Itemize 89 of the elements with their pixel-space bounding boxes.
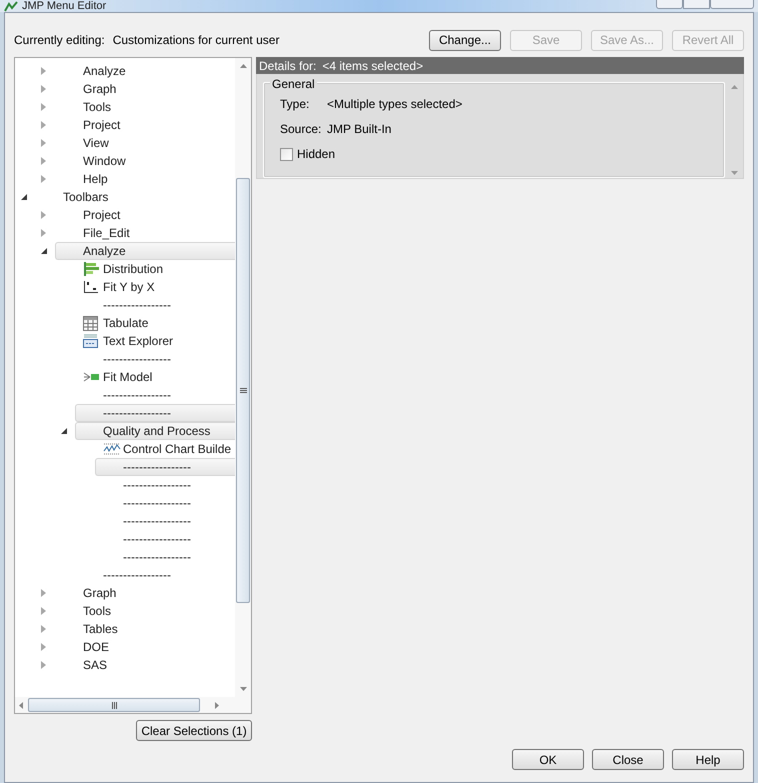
separator-item[interactable]: ----------------- <box>75 386 235 404</box>
scroll-down-icon[interactable] <box>730 171 738 175</box>
collapse-icon[interactable] <box>20 193 28 201</box>
expand-icon[interactable] <box>40 210 47 220</box>
tree-item[interactable]: Quality and Process <box>75 422 235 440</box>
grip-icon <box>112 702 116 708</box>
collapse-icon[interactable] <box>60 427 68 435</box>
separator-item[interactable]: ----------------- <box>95 476 235 494</box>
expand-icon[interactable] <box>40 624 47 634</box>
field-label: Source: <box>280 121 322 138</box>
expand-icon[interactable] <box>40 120 47 130</box>
separator-item[interactable]: ----------------- <box>75 296 235 314</box>
scroll-up-icon[interactable] <box>730 85 738 89</box>
field-label: Type: <box>280 96 310 113</box>
separator-item[interactable]: ----------------- <box>95 548 235 566</box>
separator-item[interactable]: ----------------- <box>75 566 235 584</box>
hidden-checkbox[interactable] <box>280 148 293 160</box>
separator-item[interactable]: ----------------- <box>95 458 235 476</box>
clear-selections-button[interactable]: Clear Selections (1) <box>136 720 252 741</box>
tree-item[interactable]: View <box>55 134 235 152</box>
grip-icon <box>240 388 246 393</box>
table-icon <box>83 316 98 330</box>
details-value: <4 items selected> <box>322 58 424 74</box>
tree-item[interactable]: DOE <box>55 638 235 656</box>
tree-item[interactable]: Graph <box>55 584 235 602</box>
tree-item[interactable]: Graph <box>55 80 235 98</box>
dialog-button[interactable]: OK <box>512 749 584 770</box>
expand-icon[interactable] <box>40 606 47 616</box>
dialog-button[interactable]: Close <box>592 749 664 770</box>
separator-item[interactable]: ----------------- <box>95 494 235 512</box>
document-icon <box>83 334 98 348</box>
expand-icon[interactable] <box>40 102 47 112</box>
expand-icon[interactable] <box>40 138 47 148</box>
tree-item[interactable]: Text Explorer <box>75 332 235 350</box>
tree-item[interactable]: Project <box>55 206 235 224</box>
tree-item[interactable]: File_Edit <box>55 224 235 242</box>
expand-icon[interactable] <box>40 84 47 94</box>
tree-item[interactable]: Tables <box>55 620 235 638</box>
field-value: <Multiple types selected> <box>327 96 462 113</box>
separator-item[interactable]: ----------------- <box>75 404 235 422</box>
expand-icon[interactable] <box>40 660 47 670</box>
tree-item[interactable]: Toolbars <box>35 188 235 206</box>
tree-item[interactable]: Distribution <box>75 260 235 278</box>
header-button[interactable]: Change... <box>429 30 501 50</box>
app-icon <box>4 0 18 12</box>
axes-icon <box>83 280 99 294</box>
minimize-button[interactable] <box>656 0 683 9</box>
collapse-icon[interactable] <box>40 247 48 255</box>
separator-item[interactable]: ----------------- <box>95 530 235 548</box>
scroll-right-icon[interactable] <box>215 702 219 708</box>
field-value: JMP Built-In <box>327 121 392 138</box>
maximize-button[interactable] <box>683 0 710 9</box>
tree-item[interactable]: Analyze <box>55 242 235 260</box>
expand-icon[interactable] <box>40 228 47 238</box>
scroll-down-icon[interactable] <box>240 687 246 691</box>
checkbox-label: Hidden <box>297 146 336 163</box>
scroll-thumb[interactable] <box>236 178 250 603</box>
control-chart-icon <box>103 442 121 456</box>
tree-item[interactable]: Help <box>55 170 235 188</box>
horizontal-scrollbar[interactable] <box>15 697 251 713</box>
scroll-up-icon[interactable] <box>240 64 246 68</box>
tree-item[interactable]: Fit Y by X <box>75 278 235 296</box>
tree-item[interactable]: Tools <box>55 602 235 620</box>
tree-item[interactable]: Analyze <box>55 62 235 80</box>
separator-item[interactable]: ----------------- <box>95 512 235 530</box>
tree-item[interactable]: Tools <box>55 98 235 116</box>
expand-icon[interactable] <box>40 174 47 184</box>
expand-icon[interactable] <box>40 156 47 166</box>
tree-item[interactable]: Fit Model <box>75 368 235 386</box>
editing-value: Customizations for current user <box>112 32 280 49</box>
expand-icon[interactable] <box>40 642 47 652</box>
details-label: Details for: <box>259 58 316 74</box>
model-icon <box>83 371 99 383</box>
expand-icon[interactable] <box>40 588 47 598</box>
histogram-icon <box>83 262 99 276</box>
window-title: JMP Menu Editor <box>22 0 106 12</box>
separator-item[interactable]: ----------------- <box>75 350 235 368</box>
tree-item[interactable]: Window <box>55 152 235 170</box>
dialog-button[interactable]: Help <box>672 749 744 770</box>
tree-item[interactable]: SAS <box>55 656 235 674</box>
tree-item[interactable]: Project <box>55 116 235 134</box>
scroll-thumb[interactable] <box>28 698 200 712</box>
expand-icon[interactable] <box>40 66 47 76</box>
vertical-scrollbar[interactable] <box>235 58 251 697</box>
close-button[interactable] <box>710 0 754 9</box>
editing-label: Currently editing: <box>14 32 105 49</box>
scroll-left-icon[interactable] <box>19 702 23 708</box>
tree-item[interactable]: Tabulate <box>75 314 235 332</box>
tree-item[interactable]: Control Chart Builde <box>95 440 235 458</box>
